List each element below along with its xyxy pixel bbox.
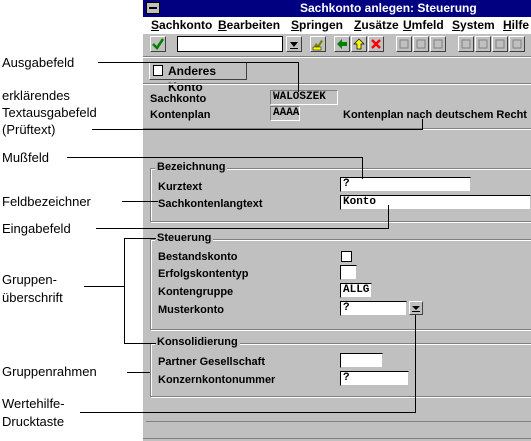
account-group-label: Kontengruppe — [158, 286, 234, 298]
callout-wertehilfe-v — [415, 315, 416, 413]
trading-partner-label: Partner Gesellschaft — [158, 356, 265, 368]
cancel-icon[interactable] — [368, 36, 384, 52]
annotation-mussfeld: Mußfeld — [2, 150, 49, 165]
callout-wertehilfe-h — [80, 412, 415, 413]
short-text-input[interactable]: ? — [340, 177, 471, 192]
account-label: Sachkonto — [150, 93, 207, 105]
system-menu-icon[interactable] — [146, 2, 160, 14]
chart-of-accounts-output-field: AAAA — [270, 106, 300, 121]
status-separator — [146, 421, 531, 422]
print-icon[interactable] — [396, 36, 412, 52]
callout-textausgabe-v — [422, 119, 423, 130]
callout-gruppen-v — [124, 238, 125, 343]
annotation-gruppen-line1: Gruppen- — [2, 272, 57, 287]
account-group-input[interactable]: ALLG — [340, 283, 372, 298]
other-account-button[interactable]: Anderes Konto — [149, 62, 247, 94]
annotation-ausgabefeld: Ausgabefeld — [2, 55, 75, 70]
value-help-dropdown-icon[interactable] — [409, 301, 423, 315]
pl-type-label: Erfolgskontentyp — [158, 268, 249, 280]
menu-springen[interactable]: Springen — [291, 18, 343, 32]
callout-gruppen-top — [124, 238, 156, 239]
find-next-icon[interactable] — [430, 36, 446, 52]
menu-zusaetze[interactable]: Zusätze — [354, 18, 399, 32]
next-page-icon[interactable] — [492, 36, 508, 52]
back-icon[interactable] — [334, 36, 350, 52]
previous-page-icon[interactable] — [475, 36, 491, 52]
balance-sheet-account-checkbox[interactable] — [341, 251, 352, 262]
toolbar-separator — [143, 57, 531, 58]
window-bottom-edge — [143, 438, 531, 439]
group-account-number-input[interactable]: ? — [340, 371, 409, 386]
document-icon — [153, 65, 163, 76]
group-account-number-label: Konzernkontonummer — [158, 374, 276, 386]
find-icon[interactable] — [413, 36, 429, 52]
command-history-dropdown-icon[interactable] — [286, 36, 302, 52]
exit-icon[interactable] — [351, 36, 367, 52]
annotation-textausgabe-line2: Textausgabefeld — [2, 105, 97, 120]
callout-gruppen-bottom — [124, 343, 156, 344]
title-bar: Sachkonto anlegen: Steuerung Kontenplan — [143, 0, 531, 29]
menu-system[interactable]: System — [452, 18, 495, 32]
chart-of-accounts-label: Kontenplan — [150, 109, 211, 121]
trading-partner-input[interactable] — [340, 353, 383, 368]
menu-umfeld[interactable]: Umfeld — [403, 18, 444, 32]
callout-eingabefeld-h — [96, 228, 389, 229]
group-frame-konsolidierung — [150, 343, 531, 397]
app-toolbar-separator-light — [143, 84, 531, 85]
command-field[interactable] — [177, 36, 283, 52]
balance-sheet-account-label: Bestandskonto — [158, 251, 238, 263]
annotation-textausgabe-line3: (Prüftext) — [2, 122, 56, 137]
group-title-konsolidierung: Konsolidierung — [155, 336, 240, 348]
pl-type-input[interactable] — [340, 265, 357, 280]
first-page-icon[interactable] — [458, 36, 474, 52]
annotation-wertehilfe-line1: Wertehilfe- — [2, 396, 65, 411]
long-text-input[interactable]: Konto — [340, 195, 531, 210]
enter-check-icon[interactable] — [150, 36, 166, 52]
callout-mussfeld-v — [362, 157, 363, 179]
sample-account-input[interactable]: ? — [340, 301, 407, 316]
callout-gruppen-h — [84, 286, 124, 287]
menu-hilfe[interactable]: Hilfe — [503, 18, 529, 32]
save-icon[interactable] — [310, 36, 326, 52]
callout-eingabefeld-v — [388, 205, 389, 229]
long-text-label: Sachkontenlangtext — [158, 198, 263, 210]
callout-gruppenrahmen — [127, 372, 150, 373]
annotation-feldbezeichner: Feldbezeichner — [2, 194, 91, 209]
annotation-gruppenrahmen: Gruppenrahmen — [2, 364, 97, 379]
chart-of-accounts-text: Kontenplan nach deutschem Recht — [343, 109, 527, 121]
callout-feldbezeichner — [122, 201, 158, 202]
callout-mussfeld-h — [67, 157, 363, 158]
callout-ausgabefeld-h — [98, 62, 298, 63]
last-page-icon[interactable] — [509, 36, 525, 52]
menu-bar: Sachkonto Bearbeiten Springen Zusätze Um… — [143, 17, 531, 34]
annotation-eingabefeld: Eingabefeld — [2, 221, 71, 236]
menu-sachkonto[interactable]: Sachkonto — [151, 18, 212, 32]
annotation-wertehilfe-line2: Drucktaste — [2, 414, 65, 429]
group-title-steuerung: Steuerung — [155, 232, 214, 244]
annotation-textausgabe-line1: erklärendes — [2, 88, 70, 103]
menu-bearbeiten[interactable]: Bearbeiten — [218, 18, 280, 32]
callout-ausgabefeld-v — [298, 62, 299, 92]
group-title-bezeichnung: Bezeichnung — [155, 161, 228, 173]
account-output-field: WALOSZEK — [270, 90, 338, 105]
callout-textausgabe-h — [92, 129, 422, 130]
short-text-label: Kurztext — [158, 181, 203, 193]
annotation-gruppen-line2: überschrift — [2, 290, 63, 305]
sample-account-label: Musterkonto — [158, 304, 224, 316]
